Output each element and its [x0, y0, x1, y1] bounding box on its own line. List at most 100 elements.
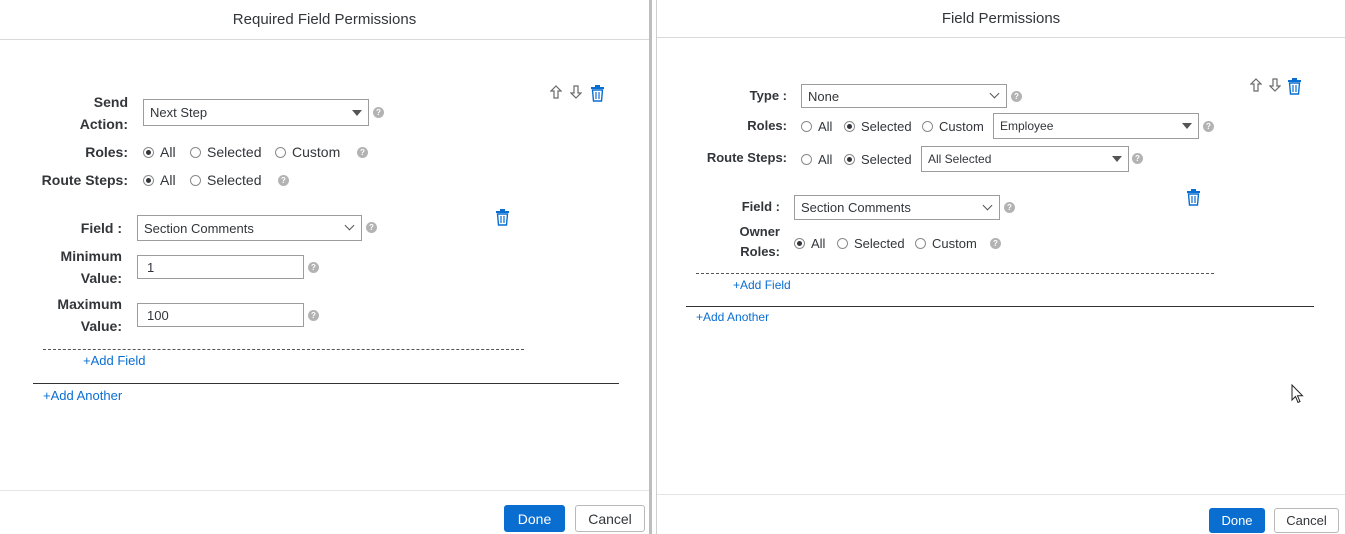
dialog-header: Field Permissions [657, 0, 1345, 38]
option-label: All [160, 172, 176, 188]
arrow-down-icon[interactable] [1268, 78, 1282, 92]
owner-roles-option-custom[interactable]: Custom [915, 234, 977, 252]
route-steps-value: All Selected [928, 152, 992, 166]
roles-option-selected[interactable]: Selected [844, 117, 912, 135]
help-icon[interactable]: ? [990, 238, 1001, 249]
dialog-footer: Done Cancel [657, 494, 1345, 534]
help-icon[interactable]: ? [1132, 153, 1143, 164]
maximum-value-label: Maximum Value: [57, 296, 122, 334]
field-divider [43, 349, 524, 350]
add-another-link[interactable]: +Add Another [696, 310, 769, 324]
arrow-up-icon[interactable] [1249, 78, 1263, 92]
send-action-select[interactable]: Next Step [143, 99, 369, 126]
radio-icon [143, 174, 154, 186]
roles-option-custom[interactable]: Custom [922, 117, 984, 135]
caret-down-icon [1112, 156, 1122, 162]
maximum-value-input[interactable]: 100 [137, 303, 304, 327]
option-label: Custom [292, 144, 341, 160]
route-steps-option-selected[interactable]: Selected [844, 150, 912, 168]
roles-option-all[interactable]: All [143, 143, 176, 161]
radio-icon [915, 237, 926, 249]
option-label: All [811, 235, 826, 251]
route-steps-label: Route Steps: [41, 172, 128, 188]
help-icon[interactable]: ? [1004, 202, 1015, 213]
minimum-value-input[interactable]: 1 [137, 255, 304, 279]
option-label: Selected [207, 144, 262, 160]
done-button[interactable]: Done [1209, 508, 1265, 533]
option-label: Selected [854, 235, 905, 251]
roles-option-selected[interactable]: Selected [190, 143, 261, 161]
section-divider [686, 306, 1314, 307]
route-steps-select[interactable]: All Selected [921, 146, 1129, 172]
route-steps-option-selected[interactable]: Selected [190, 171, 261, 189]
add-another-link[interactable]: +Add Another [43, 388, 122, 403]
type-value: None [808, 88, 840, 104]
type-select[interactable]: None [801, 84, 1007, 108]
chevron-down-icon [989, 88, 1000, 99]
option-label: Selected [861, 118, 912, 134]
radio-icon [837, 237, 848, 249]
route-steps-option-all[interactable]: All [801, 150, 832, 168]
section-divider [33, 383, 619, 384]
option-label: All [818, 151, 833, 167]
route-steps-label: Route Steps: [706, 150, 787, 165]
chevron-down-icon [344, 220, 355, 231]
roles-select[interactable]: Employee [993, 113, 1199, 139]
field-select[interactable]: Section Comments [137, 215, 362, 241]
type-label: Type : [749, 88, 787, 103]
field-label: Field : [741, 199, 780, 214]
send-action-label: Send Action: [79, 94, 128, 132]
owner-roles-option-all[interactable]: All [794, 234, 825, 252]
help-icon[interactable]: ? [308, 262, 319, 273]
field-permissions-dialog: Field Permissions Type : None ? Roles: A… [656, 0, 1345, 534]
field-value: Section Comments [801, 200, 911, 215]
help-icon[interactable]: ? [366, 222, 377, 233]
radio-icon [190, 146, 201, 158]
field-select[interactable]: Section Comments [794, 195, 1000, 220]
radio-icon [801, 153, 812, 165]
roles-option-all[interactable]: All [801, 117, 832, 135]
radio-icon [844, 120, 855, 132]
roles-option-custom[interactable]: Custom [275, 143, 340, 161]
trash-icon[interactable] [1185, 189, 1201, 206]
send-action-value: Next Step [150, 105, 208, 120]
trash-icon[interactable] [589, 85, 605, 102]
owner-roles-label: Owner Roles: [739, 224, 780, 259]
add-field-link[interactable]: +Add Field [83, 353, 146, 368]
arrow-up-icon[interactable] [549, 85, 563, 99]
arrow-down-icon[interactable] [569, 85, 583, 99]
dialog-footer: Done Cancel [0, 490, 649, 534]
done-button[interactable]: Done [504, 505, 565, 532]
radio-icon [190, 174, 201, 186]
help-icon[interactable]: ? [308, 310, 319, 321]
field-divider [696, 273, 1214, 274]
chevron-down-icon [982, 200, 993, 210]
caret-down-icon [1182, 123, 1192, 129]
add-field-link[interactable]: +Add Field [733, 278, 791, 292]
trash-icon[interactable] [494, 209, 510, 226]
cancel-button[interactable]: Cancel [575, 505, 645, 532]
trash-icon[interactable] [1286, 78, 1302, 95]
option-label: All [818, 118, 833, 134]
option-label: Custom [939, 118, 984, 134]
radio-icon [844, 153, 855, 165]
help-icon[interactable]: ? [357, 147, 368, 158]
option-label: Selected [861, 151, 912, 167]
radio-icon [922, 120, 933, 132]
help-icon[interactable]: ? [278, 175, 289, 186]
help-icon[interactable]: ? [373, 107, 384, 118]
dialog-title: Field Permissions [941, 10, 1061, 27]
caret-down-icon [352, 109, 362, 116]
required-field-permissions-dialog: Required Field Permissions Send Action: N… [0, 0, 652, 534]
mouse-cursor-icon [1290, 384, 1304, 404]
help-icon[interactable]: ? [1011, 91, 1022, 102]
help-icon[interactable]: ? [1203, 121, 1214, 132]
cancel-button[interactable]: Cancel [1274, 508, 1339, 533]
owner-roles-option-selected[interactable]: Selected [837, 234, 905, 252]
radio-icon [143, 146, 154, 158]
field-value: Section Comments [144, 220, 254, 236]
roles-label: Roles: [747, 118, 787, 133]
route-steps-option-all[interactable]: All [143, 171, 176, 189]
roles-label: Roles: [85, 144, 128, 160]
option-label: All [160, 144, 176, 160]
